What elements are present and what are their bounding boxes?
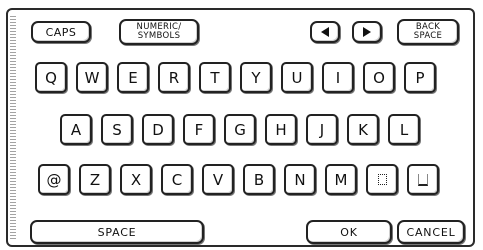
key-label: N [294, 170, 306, 189]
ok-button[interactable]: OK [306, 220, 392, 244]
key-label: U [291, 68, 303, 87]
cancel-label: CANCEL [406, 225, 456, 239]
key-q[interactable]: Q [35, 62, 67, 93]
caps-label: CAPS [45, 25, 77, 39]
key-label: J [319, 120, 325, 139]
key-p[interactable]: P [404, 62, 436, 93]
key-c[interactable]: C [161, 164, 193, 195]
key-at[interactable]: @ [38, 164, 70, 195]
key-l[interactable]: L [388, 114, 420, 145]
key-o[interactable]: O [363, 62, 395, 93]
left-arrow-icon [321, 27, 329, 37]
backspace-button[interactable]: BACK SPACE [397, 19, 459, 45]
key-label: S [112, 120, 122, 139]
key-label: @ [46, 170, 62, 189]
space-label: SPACE [97, 225, 137, 239]
key-g[interactable]: G [224, 114, 256, 145]
key-v[interactable]: V [202, 164, 234, 195]
key-label: K [358, 120, 368, 139]
key-label: R [168, 68, 180, 87]
key-underscore[interactable] [407, 164, 439, 195]
key-label: E [128, 68, 138, 87]
key-j[interactable]: J [306, 114, 338, 145]
key-label: H [275, 120, 287, 139]
key-h[interactable]: H [265, 114, 297, 145]
key-label: M [334, 170, 348, 189]
key-b[interactable]: B [243, 164, 275, 195]
key-label: X [130, 170, 142, 189]
key-label: I [335, 68, 341, 87]
symbols-line: SYMBOLS [137, 31, 181, 41]
numeric-symbols-label: NUMERIC/ SYMBOLS [137, 23, 182, 41]
space-button[interactable]: SPACE [30, 220, 204, 244]
underscore-symbol-icon [418, 173, 428, 186]
key-y[interactable]: Y [240, 62, 272, 93]
key-label: L [399, 120, 409, 139]
key-s[interactable]: S [101, 114, 133, 145]
key-label: C [171, 170, 183, 189]
key-d[interactable]: D [142, 114, 174, 145]
key-r[interactable]: R [158, 62, 190, 93]
key-label: O [373, 68, 385, 87]
dot-symbol-icon [377, 174, 387, 185]
key-label: P [415, 68, 425, 87]
right-arrow-icon [363, 27, 371, 37]
key-dot[interactable] [366, 164, 398, 195]
key-e[interactable]: E [117, 62, 149, 93]
key-label: D [152, 120, 164, 139]
cancel-button[interactable]: CANCEL [397, 220, 465, 244]
space-line: SPACE [413, 31, 443, 41]
key-label: T [210, 68, 220, 87]
key-t[interactable]: T [199, 62, 231, 93]
key-k[interactable]: K [347, 114, 379, 145]
key-w[interactable]: W [76, 62, 108, 93]
key-z[interactable]: Z [79, 164, 111, 195]
key-x[interactable]: X [120, 164, 152, 195]
key-i[interactable]: I [322, 62, 354, 93]
cursor-left-button[interactable] [310, 21, 340, 43]
key-a[interactable]: A [60, 114, 92, 145]
key-label: B [253, 170, 265, 189]
key-label: Y [251, 68, 261, 87]
numeric-symbols-button[interactable]: NUMERIC/ SYMBOLS [119, 19, 199, 45]
ok-label: OK [340, 225, 358, 239]
key-label: A [70, 120, 82, 139]
cursor-right-button[interactable] [352, 21, 382, 43]
key-label: F [194, 120, 204, 139]
key-u[interactable]: U [281, 62, 313, 93]
key-label: Q [45, 68, 57, 87]
key-label: G [234, 120, 246, 139]
key-m[interactable]: M [325, 164, 357, 195]
key-label: W [84, 68, 100, 87]
key-label: V [212, 170, 224, 189]
caps-button[interactable]: CAPS [31, 21, 91, 43]
key-n[interactable]: N [284, 164, 316, 195]
key-f[interactable]: F [183, 114, 215, 145]
backspace-label: BACK SPACE [414, 23, 442, 41]
key-label: Z [89, 170, 101, 189]
